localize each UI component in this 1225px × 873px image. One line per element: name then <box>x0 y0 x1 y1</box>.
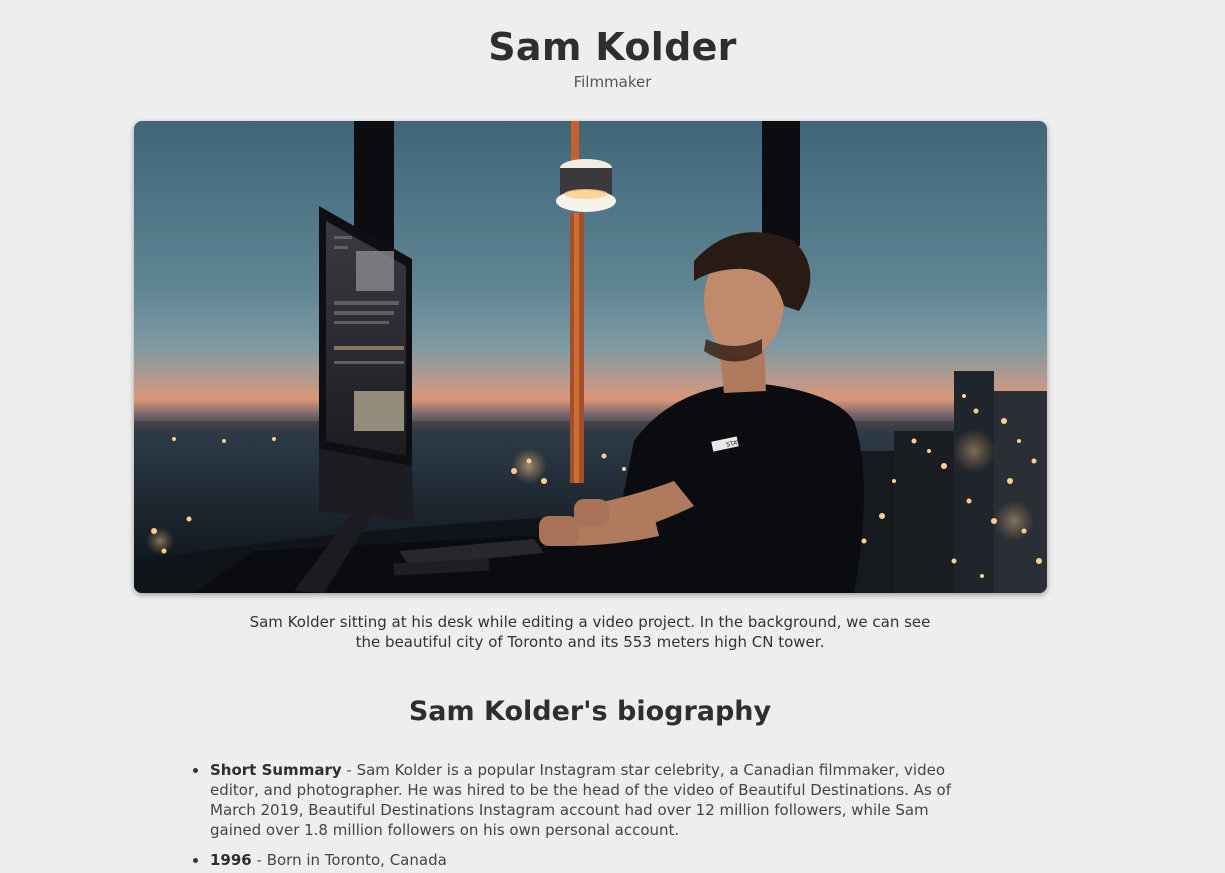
hero-caption: Sam Kolder sitting at his desk while edi… <box>249 613 931 651</box>
page-title: Sam Kolder <box>488 25 737 69</box>
biography-item-term: Short Summary <box>210 761 342 779</box>
biography-item: 1996 - Born in Toronto, Canada <box>193 850 970 870</box>
biography-item-term: 1996 <box>210 851 252 869</box>
biography-heading: Sam Kolder's biography <box>408 696 772 727</box>
biography-list: Short Summary - Sam Kolder is a popular … <box>193 760 970 873</box>
page-subtitle: Filmmaker <box>573 73 652 91</box>
biography-item-separator: - <box>341 761 357 779</box>
biography-item-separator: - <box>251 851 267 869</box>
page-header: Sam Kolder Filmmaker <box>0 0 1225 92</box>
hero-image: STAY <box>134 121 1047 593</box>
biography-item: Short Summary - Sam Kolder is a popular … <box>193 760 970 840</box>
page: Sam Kolder Filmmaker STAY Sam Kolder sit… <box>0 0 1225 873</box>
biography-item-text: Born in Toronto, Canada <box>266 851 447 869</box>
